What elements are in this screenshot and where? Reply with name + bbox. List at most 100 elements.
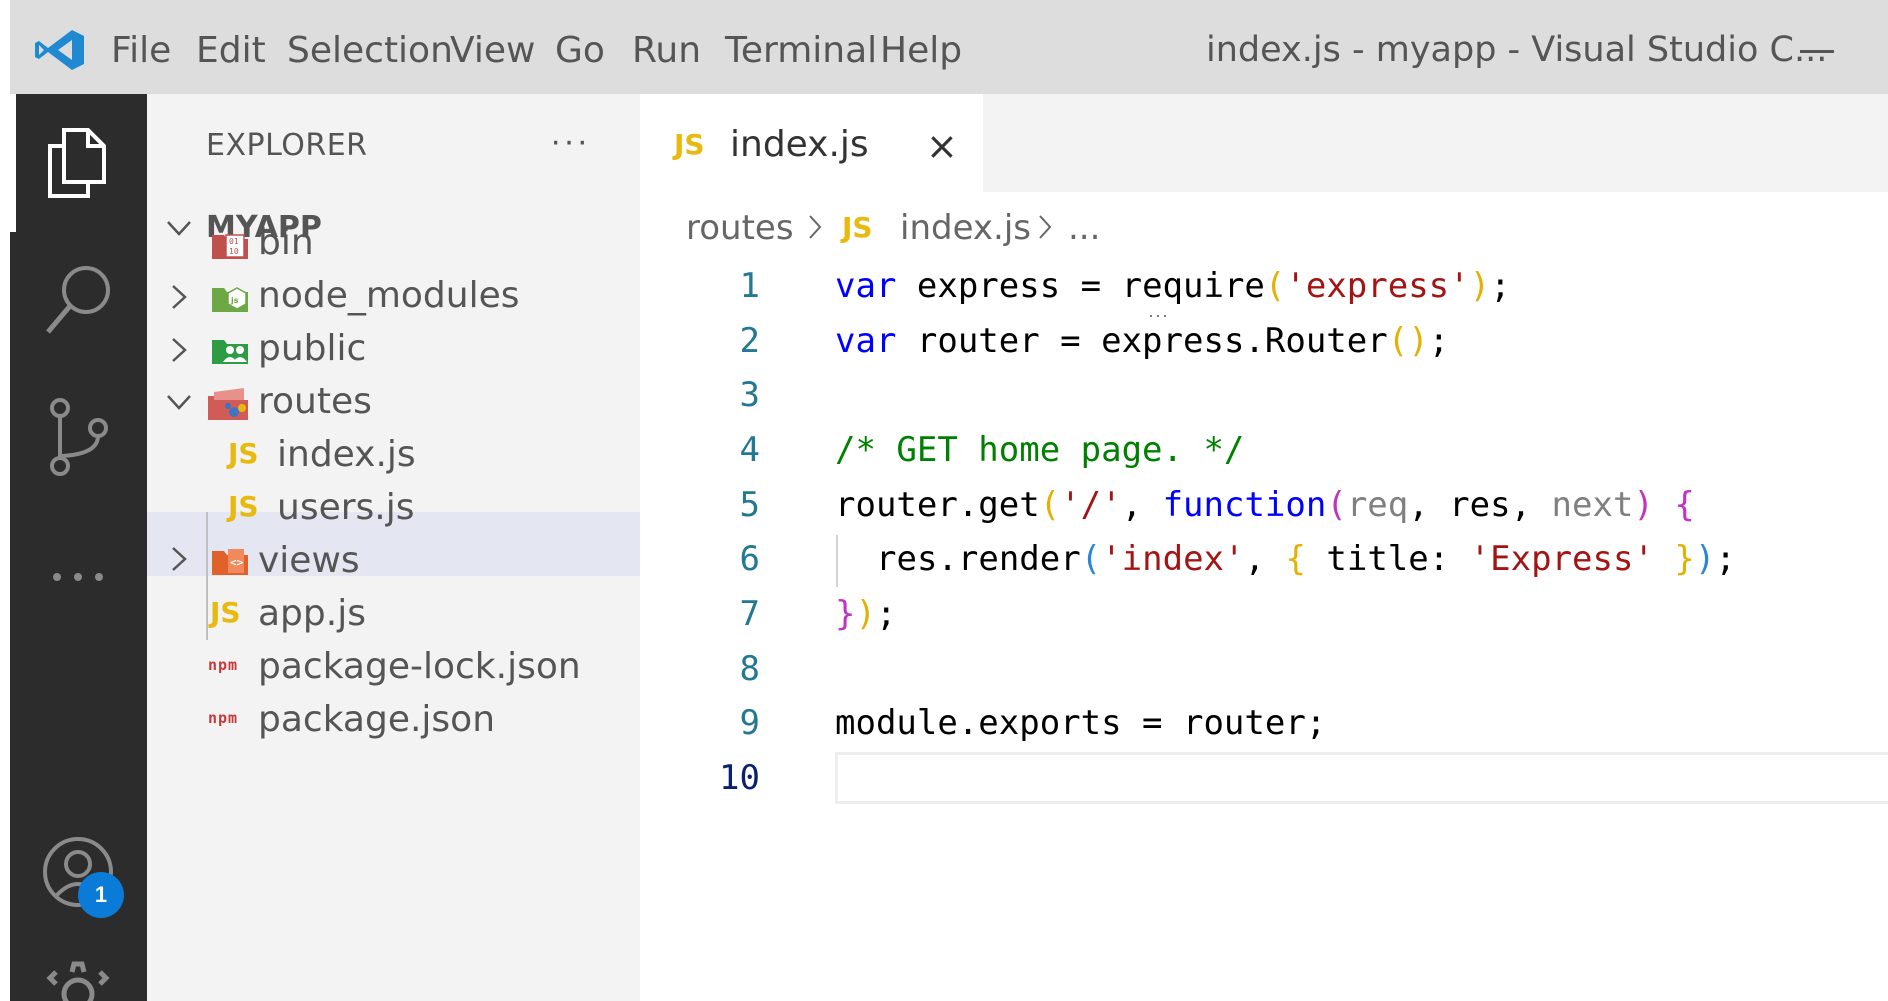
menu-file[interactable]: File (111, 30, 171, 71)
menu-selection[interactable]: Selection (287, 30, 453, 71)
js-file-icon: JS (674, 128, 705, 161)
string: 'Express' (1469, 539, 1654, 579)
semicolon: ; (1428, 321, 1450, 361)
menu-run[interactable]: Run (632, 30, 701, 71)
line-number: 6 (739, 539, 760, 579)
settings-gear-icon[interactable] (44, 960, 112, 1001)
code-line-1[interactable]: var express = require('express'); (835, 266, 1511, 306)
public-folder-icon (212, 340, 248, 364)
paren: ( (1387, 321, 1409, 361)
minimize-button[interactable] (1800, 50, 1834, 53)
line-number: 3 (739, 375, 760, 415)
npm-file-icon: npm (208, 709, 239, 727)
account-badge: 1 (78, 872, 124, 918)
chevron-down-icon[interactable] (166, 392, 192, 412)
paren: ) (1633, 485, 1654, 525)
bin-folder-icon: 01 10 (212, 234, 248, 259)
paren: ( (1039, 485, 1061, 525)
routes-folder-icon (208, 388, 248, 420)
keyword: function (1162, 485, 1327, 525)
paren: ) (1408, 321, 1429, 361)
code-line-9[interactable]: module.exports = router; (835, 703, 1326, 743)
svg-text:<>: <> (230, 556, 244, 569)
tree-label-node-modules[interactable]: node_modules (258, 275, 520, 316)
js-file-icon: JS (228, 437, 259, 470)
indent-guide (836, 535, 838, 587)
line-number: 8 (739, 649, 760, 689)
menu-edit[interactable]: Edit (196, 30, 266, 71)
code-line-6[interactable]: res.render('index', { title: 'Express' }… (876, 539, 1736, 579)
brace: } (1674, 539, 1695, 579)
function-name: require (1121, 266, 1265, 306)
npm-file-icon: npm (208, 656, 239, 674)
current-line-highlight[interactable] (835, 752, 1888, 804)
tree-label-app-js[interactable]: app.js (258, 593, 366, 634)
tree-label-index-js[interactable]: index.js (277, 434, 416, 475)
files-icon[interactable] (44, 126, 110, 200)
paren: ( (1080, 539, 1102, 579)
chevron-right-icon (1039, 215, 1052, 239)
node-modules-folder-icon: js (212, 287, 248, 312)
chevron-down-icon[interactable] (166, 218, 192, 238)
tab-close-icon[interactable]: × (926, 124, 958, 168)
line-number: 7 (739, 594, 760, 634)
tree-label-package-json[interactable]: package.json (258, 699, 495, 740)
code-text: express = (896, 266, 1122, 306)
paren: ) (855, 594, 876, 634)
more-icon[interactable] (50, 570, 106, 584)
keyword: var (835, 266, 897, 306)
tree-label-views[interactable]: views (258, 540, 360, 581)
menu-go[interactable]: Go (555, 30, 605, 71)
code-line-7[interactable]: }); (835, 594, 896, 634)
tree-indent-guide (206, 512, 208, 640)
brace: } (835, 594, 856, 634)
keyword: var (835, 321, 897, 361)
explorer-more-button[interactable]: ··· (550, 122, 590, 161)
code-text: , (1121, 485, 1163, 525)
paren: ( (1326, 485, 1347, 525)
semicolon: ; (1490, 266, 1511, 306)
string: 'express' (1285, 266, 1470, 306)
code-line-5[interactable]: router.get('/', function(req, res, next)… (835, 485, 1695, 525)
chevron-right-icon[interactable] (170, 283, 188, 311)
source-control-icon[interactable] (48, 398, 110, 478)
paren: ) (1694, 539, 1716, 579)
line-number-current: 10 (719, 758, 760, 798)
tree-label-package-lock-json[interactable]: package-lock.json (258, 646, 581, 687)
js-file-icon: JS (228, 490, 259, 523)
tree-label-public[interactable]: public (258, 328, 366, 369)
left-edge (0, 0, 10, 1001)
svg-text:10: 10 (229, 247, 239, 256)
code-text: res.render (876, 539, 1081, 579)
tab-label[interactable]: index.js (730, 124, 869, 165)
brace: { (1285, 539, 1306, 579)
chevron-right-icon[interactable] (170, 336, 188, 364)
chevron-right-icon[interactable] (170, 545, 188, 573)
line-number: 5 (739, 485, 760, 525)
code-text: , res, (1408, 485, 1552, 525)
tree-label-users-js[interactable]: users.js (277, 487, 414, 528)
tree-label-routes[interactable]: routes (258, 381, 372, 422)
window-title: index.js - myapp - Visual Studio C... (1206, 30, 1828, 70)
string: '/' (1060, 485, 1122, 525)
breadcrumb-folder[interactable]: routes (686, 208, 794, 248)
tree-label-bin[interactable]: bin (258, 222, 314, 263)
code-text: router = express.Router (896, 321, 1388, 361)
explorer-title: EXPLORER (206, 128, 368, 163)
code-line-2[interactable]: var router = express.Router(); (835, 321, 1449, 361)
chevron-right-icon (809, 215, 822, 239)
menu-view[interactable]: View (450, 30, 535, 71)
search-icon[interactable] (44, 262, 114, 336)
menu-terminal[interactable]: Terminal (725, 30, 877, 71)
js-file-icon: JS (842, 211, 873, 244)
breadcrumb-file[interactable]: index.js (900, 208, 1031, 248)
paren: ) (1469, 266, 1491, 306)
title-bar: File Edit Selection View Go Run Terminal… (0, 0, 1888, 94)
menu-help[interactable]: Help (880, 30, 962, 71)
code-line-4[interactable]: /* GET home page. */ (835, 430, 1244, 470)
views-folder-icon: <> (212, 549, 248, 575)
breadcrumb-tail[interactable]: ... (1068, 208, 1100, 248)
paren: ( (1264, 266, 1286, 306)
